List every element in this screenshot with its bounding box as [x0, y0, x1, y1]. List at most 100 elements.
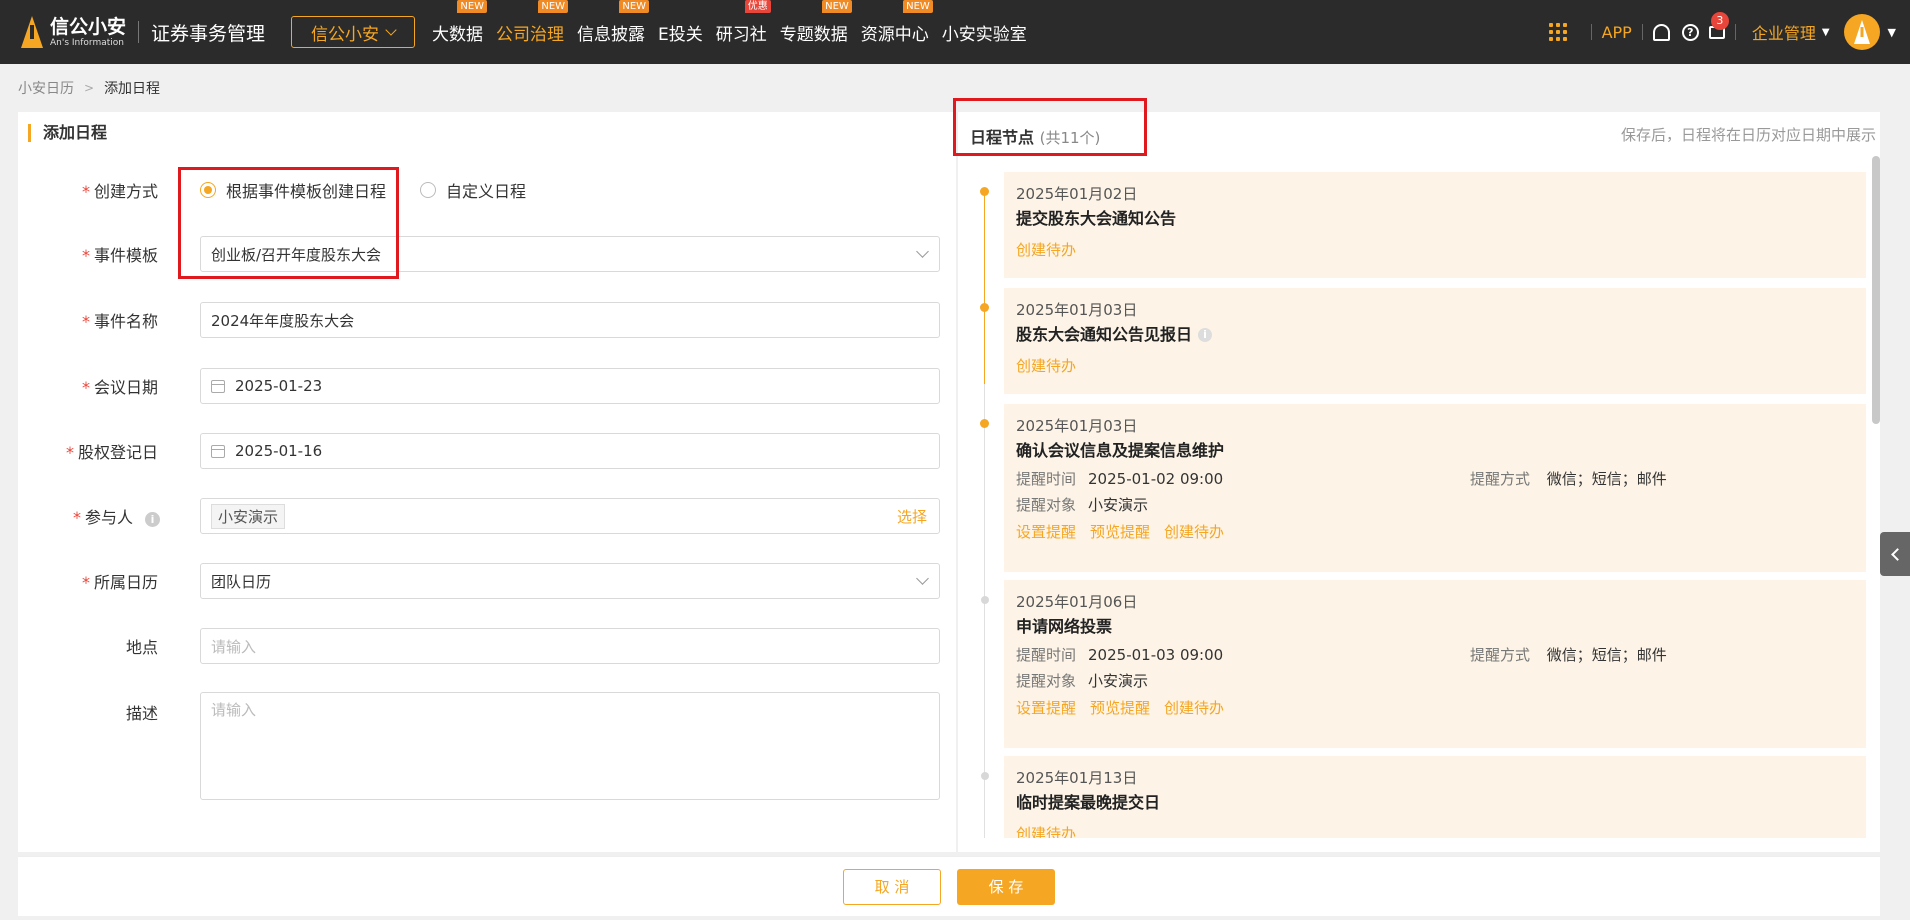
record-date-picker[interactable]: 2025-01-16	[200, 433, 940, 469]
app-link[interactable]: APP	[1602, 23, 1632, 42]
remind-method-label: 提醒方式	[1470, 470, 1531, 488]
nav-label: 公司治理	[496, 24, 565, 45]
remind-method: 提醒方式 微信；短信；邮件	[1470, 469, 1667, 489]
org-menu-dropdown[interactable]: 企业管理 ▼	[1752, 20, 1830, 44]
meeting-date-row: * 会议日期 2025-01-23	[18, 368, 956, 404]
calendar-select[interactable]: 团队日历	[200, 563, 940, 599]
schedule-nodes-panel: 日程节点 (共11个) 保存后，日程将在日历对应日期中展示 2025年01月02…	[953, 98, 1880, 852]
create-todo-link[interactable]: 创建待办	[1016, 823, 1076, 838]
create-todo-link[interactable]: 创建待办	[1016, 355, 1076, 376]
nav-label: 专题数据	[779, 24, 848, 45]
timeline: 2025年01月02日 提交股东大会通知公告 创建待办 2025年01月03日 …	[970, 172, 1866, 838]
record-date-label: * 股权登记日	[65, 443, 158, 462]
remind-time-label: 提醒时间	[1016, 646, 1077, 664]
brand-button-label: 信公小安	[311, 24, 380, 45]
breadcrumb-root[interactable]: 小安日历	[18, 78, 74, 98]
set-reminder-link[interactable]: 设置提醒	[1016, 521, 1076, 542]
save-button[interactable]: 保 存	[957, 868, 1055, 905]
location-input[interactable]: 请输入	[200, 628, 940, 664]
avatar[interactable]	[1843, 14, 1880, 50]
timeline-dot	[980, 419, 989, 428]
logo-subtitle: An's Information	[50, 38, 124, 48]
apps-grid-icon[interactable]	[1548, 23, 1567, 41]
participant-tag[interactable]: 小安演示	[211, 503, 286, 529]
create-todo-link[interactable]: 创建待办	[1016, 239, 1076, 260]
remind-method-value: 微信；短信；邮件	[1546, 470, 1667, 488]
nav-label: E投关	[658, 24, 703, 45]
set-reminder-link[interactable]: 设置提醒	[1016, 697, 1076, 718]
node-date: 2025年01月06日	[1016, 593, 1138, 611]
page-title: 添加日程	[28, 124, 107, 142]
radio-custom[interactable]	[420, 182, 437, 198]
form-footer: 取 消 保 存	[18, 856, 1880, 916]
divider	[1590, 24, 1592, 40]
timeline-dot	[980, 303, 989, 312]
preview-reminder-link[interactable]: 预览提醒	[1090, 697, 1150, 718]
create-todo-link[interactable]: 创建待办	[1164, 521, 1224, 542]
participants-label: * 参与人 i	[18, 504, 160, 528]
highlight-box	[178, 167, 399, 279]
calendar-icon	[211, 444, 225, 458]
node-remind-row: 提醒时间 2025-01-03 09:00 提醒方式 微信；短信；邮件	[1016, 645, 1866, 665]
info-icon[interactable]: i	[1198, 328, 1213, 342]
meeting-date-picker[interactable]: 2025-01-23	[200, 368, 940, 404]
timeline-line-active	[984, 192, 985, 384]
node-title: 临时提案最晚提交日	[1016, 793, 1161, 812]
info-icon[interactable]: i	[145, 512, 160, 527]
description-textarea[interactable]: 请输入	[200, 692, 940, 800]
chevron-down-icon	[385, 23, 397, 36]
system-name: 证券事务管理	[151, 22, 266, 45]
label-text: 创建方式	[93, 182, 158, 201]
nav-item-investor-relations[interactable]: E投关	[658, 20, 703, 45]
nav-item-resource-center[interactable]: 资源中心 NEW	[861, 0, 933, 45]
logo-icon	[21, 16, 43, 48]
calendar-icon	[211, 379, 225, 393]
nav-item-disclosure[interactable]: 信息披露 NEW	[577, 0, 650, 45]
main-nav: 大数据 NEW 公司治理 NEW 信息披露 NEW E投关 研习社 优惠 专题数据 NEW…	[432, 0, 1040, 64]
event-name-label: * 事件名称	[81, 312, 158, 331]
participants-input[interactable]: 小安演示 选择	[200, 498, 940, 534]
label-text: 股权登记日	[77, 443, 158, 462]
caret-down-icon[interactable]: ▼	[1888, 26, 1896, 39]
event-name-row: * 事件名称 2024年年度股东大会	[18, 302, 956, 338]
avatar-logo-icon	[1853, 20, 1870, 44]
nav-item-academy[interactable]: 研习社 优惠	[716, 0, 771, 45]
new-badge: NEW	[457, 0, 488, 13]
radio-custom-label[interactable]: 自定义日程	[446, 178, 526, 202]
schedule-node: 2025年01月13日 临时提案最晚提交日 创建待办	[1004, 756, 1866, 838]
new-badge: NEW	[903, 0, 933, 13]
collapse-sidebar-button[interactable]	[1880, 532, 1910, 576]
help-icon[interactable]: ?	[1681, 23, 1699, 41]
promo-badge: 优惠	[744, 0, 771, 13]
schedule-node: 2025年01月02日 提交股东大会通知公告 创建待办	[1004, 172, 1866, 278]
headset-icon[interactable]	[1652, 23, 1670, 41]
location-row: 地点 请输入	[18, 628, 956, 664]
nav-label: 大数据	[432, 24, 484, 45]
messages-button[interactable]: 3	[1708, 11, 1729, 39]
node-remind-row: 提醒时间 2025-01-02 09:00 提醒方式 微信；短信；邮件	[1016, 469, 1866, 489]
nav-item-governance[interactable]: 公司治理 NEW	[496, 0, 569, 45]
select-participants-link[interactable]: 选择	[897, 506, 927, 527]
node-actions: 创建待办	[1016, 239, 1866, 260]
remind-target-value: 小安演示	[1088, 672, 1149, 690]
remind-target-label: 提醒对象	[1016, 672, 1077, 690]
nav-item-lab[interactable]: 小安实验室	[942, 20, 1027, 45]
cancel-button[interactable]: 取 消	[843, 868, 941, 905]
brand-dropdown-button[interactable]: 信公小安	[291, 16, 416, 48]
remind-method: 提醒方式 微信；短信；邮件	[1470, 645, 1667, 665]
schedule-node: 2025年01月06日 申请网络投票 提醒时间 2025-01-03 09:00…	[1004, 580, 1866, 748]
nav-item-bigdata[interactable]: 大数据 NEW	[432, 0, 488, 45]
nav-item-topic-data[interactable]: 专题数据 NEW	[779, 0, 852, 45]
node-actions: 设置提醒 预览提醒 创建待办	[1016, 697, 1866, 718]
create-todo-link[interactable]: 创建待办	[1164, 697, 1224, 718]
location-placeholder: 请输入	[211, 637, 257, 656]
logo[interactable]: 信公小安 An's Information 证券事务管理	[20, 15, 265, 49]
preview-reminder-link[interactable]: 预览提醒	[1090, 521, 1150, 542]
meeting-date-label: * 会议日期	[81, 378, 158, 397]
scrollbar-thumb[interactable]	[1872, 156, 1880, 424]
calendar-select-value: 团队日历	[211, 572, 272, 591]
breadcrumb-current: 添加日程	[104, 81, 161, 97]
event-name-input[interactable]: 2024年年度股东大会	[200, 302, 940, 338]
node-date: 2025年01月03日	[1016, 417, 1138, 435]
remind-time-label: 提醒时间	[1016, 470, 1077, 488]
